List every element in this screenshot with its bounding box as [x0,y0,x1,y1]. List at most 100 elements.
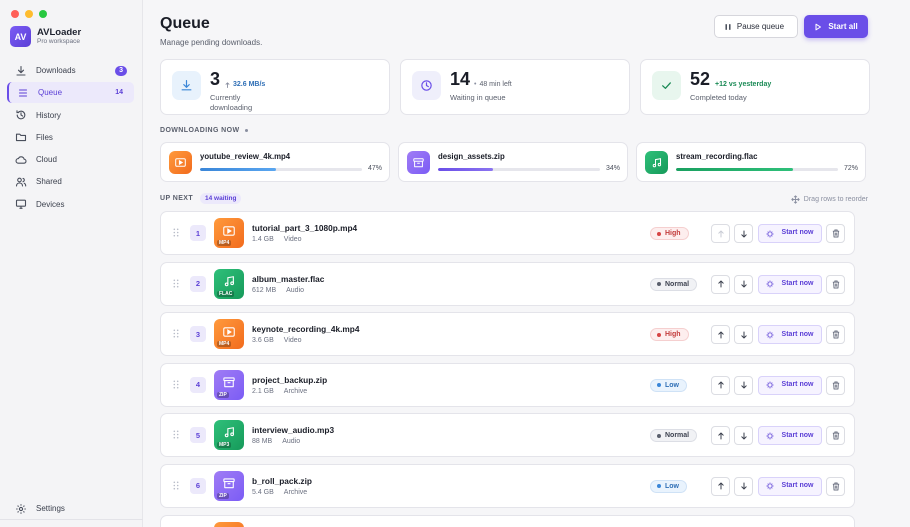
delete-button[interactable] [826,375,845,395]
queue-list: 1 MP4 tutorial_part_3_1080p.mp4 1.4 GB Vi… [160,211,855,527]
move-down-button[interactable] [734,476,753,496]
priority-dot [657,231,661,236]
queue-row[interactable]: 2 FLAC album_master.flac 612 MB Audio Nor… [160,261,855,306]
file-type: Archive [283,488,308,496]
priority-badge[interactable]: High [650,227,689,240]
download-card[interactable]: design_assets.zip 34% [398,142,628,182]
waiting-count-badge: 14 waiting [200,193,242,204]
arrow-up-icon [717,280,725,288]
drag-handle-icon[interactable] [173,329,179,338]
move-up-button[interactable] [711,375,730,395]
completed-delta: +12 vs yesterday [715,81,772,88]
move-down-button[interactable] [734,224,753,243]
start-now-label: Start now [781,330,814,338]
download-card[interactable]: stream_recording.flac 72% [636,142,866,182]
start-all-button[interactable]: Start all [804,15,868,38]
check-icon [652,71,681,100]
queue-position: 2 [190,275,206,292]
sidebar-item-queue[interactable]: Queue 14 [7,82,134,104]
delete-button[interactable] [826,224,845,243]
sidebar-item-label: History [36,110,61,120]
priority-badge[interactable]: Low [650,479,687,493]
sidebar-item-files[interactable]: Files [7,127,134,148]
downloading-title-text: DOWNLOADING NOW [160,127,240,134]
page-title: Queue [160,15,210,32]
stats-row: 3 32.6 MB/s Currently downloading 14 • 48… [160,59,870,115]
folder-icon [15,131,27,143]
sidebar-item-label: Shared [36,177,62,187]
delete-button[interactable] [826,325,845,345]
sidebar-item-downloads[interactable]: Downloads 3 [7,60,134,81]
queue-row[interactable]: 1 MP4 tutorial_part_3_1080p.mp4 1.4 GB Vi… [160,211,855,255]
sidebar-item-settings[interactable]: Settings [7,498,134,519]
start-now-button[interactable]: Start now [758,375,822,395]
queue-row[interactable]: 5 MP3 interview_audio.mp3 88 MB Audio Nor… [160,413,855,458]
delete-button[interactable] [826,274,845,294]
download-speed: 32.6 MB/s [233,81,266,88]
file-name: project_backup.zip [252,374,328,385]
downloading-list: youtube_review_4k.mp4 47% design_assets.… [160,142,866,182]
move-up-button[interactable] [711,426,730,446]
move-up-button[interactable] [711,224,730,243]
audio-file-icon: MP3 [214,420,244,451]
start-now-button[interactable]: Start now [758,426,822,446]
stat-extra: • 48 min left [474,81,512,88]
move-down-button[interactable] [734,426,753,446]
trash-icon [832,381,840,390]
drag-handle-icon[interactable] [173,279,179,288]
start-now-button[interactable]: Start now [758,476,822,496]
queue-row[interactable]: 6 ZIP b_roll_pack.zip 5.4 GB Archive Low … [160,463,855,508]
pause-queue-button[interactable]: Pause queue [714,15,798,38]
file-size: 3.6 GB [252,337,274,345]
download-percent: 47% [367,165,382,172]
start-now-button[interactable]: Start now [758,224,822,243]
move-up-button[interactable] [711,476,730,496]
delete-button[interactable] [826,426,845,446]
move-up-button[interactable] [711,274,730,294]
drag-handle-icon[interactable] [173,380,179,389]
file-type: Audio [286,286,305,294]
move-icon [790,195,800,204]
sidebar-item-history[interactable]: History [7,105,134,126]
priority-badge[interactable]: Low [650,378,687,392]
close-window-button[interactable] [11,10,19,18]
pause-icon [724,23,732,31]
queue-row[interactable]: 3 MP4 keynote_recording_4k.mp4 3.6 GB Vid… [160,312,855,357]
move-down-button[interactable] [734,375,753,395]
queue-row[interactable] [160,514,855,527]
move-down-button[interactable] [734,325,753,345]
file-type: Archive [283,387,308,395]
bolt-icon [766,331,774,339]
download-progress-fill [438,168,494,171]
start-now-button[interactable]: Start now [758,325,822,345]
queue-row[interactable]: 4 ZIP project_backup.zip 2.1 GB Archive L… [160,362,855,407]
maximize-window-button[interactable] [39,10,47,18]
priority-badge[interactable]: Normal [650,429,698,443]
start-now-button[interactable]: Start now [758,274,822,294]
arrow-up-icon [225,81,230,88]
drag-handle-icon[interactable] [173,481,179,490]
file-name: keynote_recording_4k.mp4 [252,324,360,335]
pause-queue-label: Pause queue [736,21,785,31]
move-up-button[interactable] [711,325,730,345]
sidebar-item-devices[interactable]: Devices [7,194,134,215]
arrow-up-icon [717,331,725,339]
arrow-up-icon [717,482,725,490]
minimize-window-button[interactable] [25,10,33,18]
sidebar-item-shared[interactable]: Shared [7,171,134,192]
priority-badge[interactable]: High [650,328,689,342]
download-card[interactable]: youtube_review_4k.mp4 47% [160,142,390,182]
file-size: 1.4 GB [252,236,274,243]
drag-handle-icon[interactable] [173,228,179,237]
file-name: tutorial_part_3_1080p.mp4 [252,223,358,233]
move-down-button[interactable] [734,274,753,294]
drag-handle-icon[interactable] [173,430,179,439]
main-content: Queue Manage pending downloads. Pause qu… [143,0,910,527]
file-extension-tag: FLAC [217,290,235,297]
sidebar-item-cloud[interactable]: Cloud [7,149,134,170]
delete-button[interactable] [826,476,845,496]
start-all-label: Start all [828,22,858,31]
stat-card-waiting: 14 • 48 min left Waiting in queue [400,59,630,115]
priority-badge[interactable]: Normal [650,277,698,291]
file-extension-tag: ZIP [217,391,229,398]
